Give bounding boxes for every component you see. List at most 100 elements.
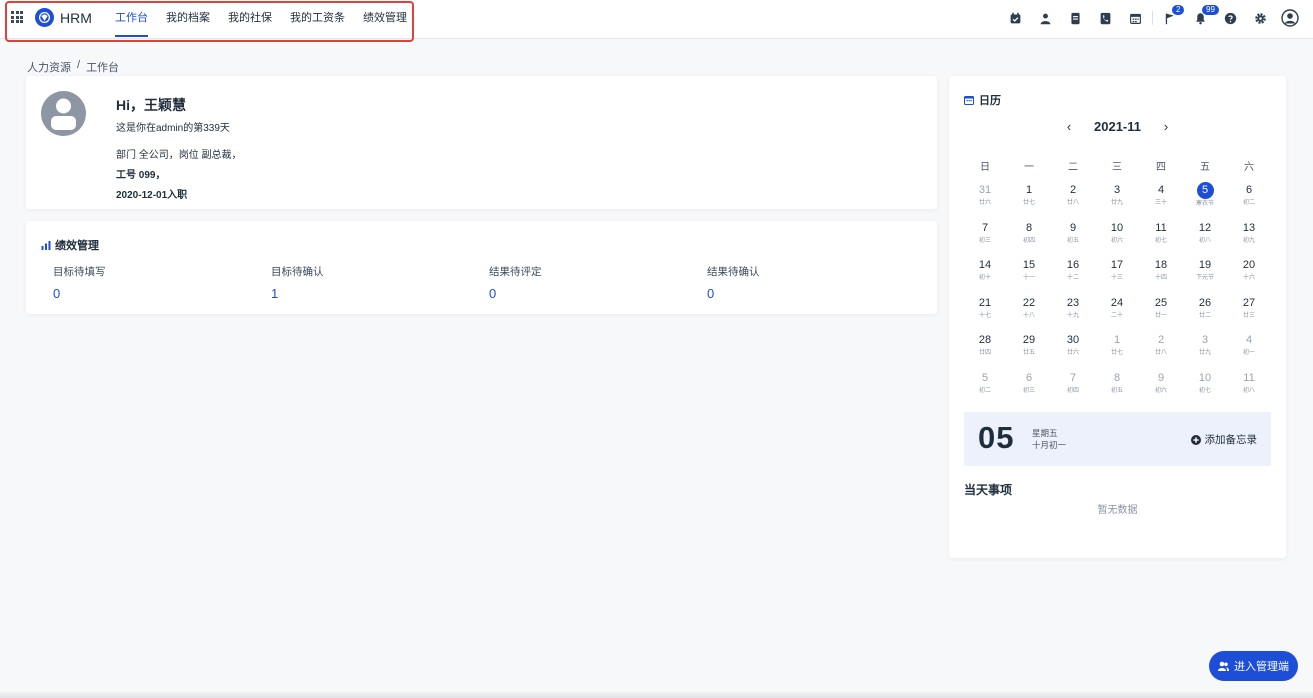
day-number: 28 xyxy=(978,334,992,347)
calendar-check-icon[interactable] xyxy=(1000,7,1030,29)
calendar-day[interactable]: 7 初三 xyxy=(963,218,1007,256)
day-number: 24 xyxy=(1110,296,1124,309)
calendar-day[interactable]: 28 廿四 xyxy=(963,330,1007,368)
breadcrumb-root[interactable]: 人力资源 xyxy=(27,59,71,75)
calendar-day[interactable]: 31 廿六 xyxy=(963,180,1007,218)
events-title: 当天事项 xyxy=(964,483,1013,497)
calendar-day[interactable]: 24 二十 xyxy=(1095,293,1139,331)
stat-value[interactable]: 0 xyxy=(53,286,271,301)
stat-label: 结果待确认 xyxy=(707,266,760,278)
users-icon xyxy=(1218,661,1229,671)
calendar-day[interactable]: 11 初八 xyxy=(1227,368,1271,406)
calendar-day[interactable]: 11 初七 xyxy=(1139,218,1183,256)
calendar-day[interactable]: 29 廿五 xyxy=(1007,330,1051,368)
day-lunar: 廿一 xyxy=(1154,312,1167,319)
day-lunar: 十三 xyxy=(1110,275,1123,282)
document-icon[interactable] xyxy=(1060,7,1090,29)
next-month-chevron-icon[interactable]: › xyxy=(1159,119,1173,134)
calendar-day[interactable]: 4 三十 xyxy=(1139,180,1183,218)
nav-item-my-payslip[interactable]: 我的工资条 xyxy=(281,0,354,39)
phone-icon[interactable] xyxy=(1090,7,1120,29)
help-icon[interactable] xyxy=(1215,7,1245,29)
calendar-day[interactable]: 3 廿九 xyxy=(1183,330,1227,368)
calendar-day[interactable]: 2 廿八 xyxy=(1051,180,1095,218)
calendar-small-icon xyxy=(964,96,974,105)
calendar-day[interactable]: 8 初四 xyxy=(1007,218,1051,256)
breadcrumb: 人力资源 / 工作台 xyxy=(27,59,119,75)
calendar-day[interactable]: 20 十六 xyxy=(1227,255,1271,293)
no-data-text: 暂无数据 xyxy=(1097,505,1138,516)
day-number: 21 xyxy=(978,296,992,309)
day-lunar: 廿五 xyxy=(1022,350,1035,357)
day-lunar: 十八 xyxy=(1022,312,1035,319)
enter-admin-button[interactable]: 进入管理端 xyxy=(1209,651,1298,681)
flag-icon[interactable]: 2 xyxy=(1155,4,1186,29)
nav-item-workbench[interactable]: 工作台 xyxy=(106,0,157,39)
stat-value[interactable]: 0 xyxy=(489,286,707,301)
bell-icon[interactable]: 99 xyxy=(1185,4,1220,29)
app-grid-icon[interactable] xyxy=(11,11,23,23)
calendar-day[interactable]: 7 初四 xyxy=(1051,368,1095,406)
calendar-day[interactable]: 9 初五 xyxy=(1051,218,1095,256)
calendar-day[interactable]: 22 十八 xyxy=(1007,293,1051,331)
add-memo-button[interactable]: 添加备忘录 xyxy=(1190,432,1258,447)
calendar-day[interactable]: 13 初九 xyxy=(1227,218,1271,256)
calendar-day[interactable]: 18 十四 xyxy=(1139,255,1183,293)
day-number: 6 xyxy=(1245,184,1253,196)
calendar-day[interactable]: 21 十七 xyxy=(963,293,1007,331)
calendar-day[interactable]: 2 廿八 xyxy=(1139,330,1183,368)
calendar-day[interactable]: 16 十二 xyxy=(1051,255,1095,293)
calendar-icon[interactable] xyxy=(1120,7,1150,29)
calendar-day[interactable]: 26 廿二 xyxy=(1183,293,1227,331)
stat-result-to-confirm[interactable]: 结果待确认 0 xyxy=(707,264,925,301)
calendar-day[interactable]: 6 初二 xyxy=(1227,180,1271,218)
calendar-day[interactable]: 27 廿三 xyxy=(1227,293,1271,331)
calendar-day[interactable]: 8 初五 xyxy=(1095,368,1139,406)
day-number: 7 xyxy=(1069,371,1077,384)
calendar-day[interactable]: 19 下元节 xyxy=(1183,255,1227,293)
stat-result-to-evaluate[interactable]: 结果待评定 0 xyxy=(489,264,707,301)
day-lunar: 廿二 xyxy=(1198,312,1211,319)
calendar-day[interactable]: 25 廿一 xyxy=(1139,293,1183,331)
gear-icon[interactable] xyxy=(1245,7,1275,29)
add-memo-label: 添加备忘录 xyxy=(1204,434,1258,446)
day-number: 17 xyxy=(1110,259,1124,272)
calendar-day[interactable]: 10 初七 xyxy=(1183,368,1227,406)
nav-item-performance[interactable]: 绩效管理 xyxy=(354,0,416,39)
calendar-day[interactable]: 15 十一 xyxy=(1007,255,1051,293)
day-number: 4 xyxy=(1245,334,1253,347)
calendar-weekdays: 日一二三四五六 xyxy=(963,158,1271,173)
employee-info: 部门 全公司，岗位 副总裁， 工号 099， 2020-12-01入职 xyxy=(116,146,242,206)
day-number: 31 xyxy=(978,184,992,196)
day-number: 29 xyxy=(1022,334,1036,347)
nav-item-my-profile[interactable]: 我的档案 xyxy=(157,0,219,39)
calendar-day[interactable]: 4 初一 xyxy=(1227,330,1271,368)
stat-label: 结果待评定 xyxy=(489,266,542,278)
bottom-scroll-shadow xyxy=(0,692,1313,698)
stat-target-to-fill[interactable]: 目标待填写 0 xyxy=(53,264,271,301)
calendar-day[interactable]: 9 初六 xyxy=(1139,368,1183,406)
calendar-day[interactable]: 17 十三 xyxy=(1095,255,1139,293)
calendar-day[interactable]: 14 初十 xyxy=(963,255,1007,293)
user-avatar-icon[interactable] xyxy=(1275,7,1305,29)
calendar-day[interactable]: 3 廿九 xyxy=(1095,180,1139,218)
day-lunar: 初九 xyxy=(1242,237,1255,244)
day-lunar: 十七 xyxy=(978,312,991,319)
calendar-day[interactable]: 12 初八 xyxy=(1183,218,1227,256)
calendar-day[interactable]: 23 十九 xyxy=(1051,293,1095,331)
calendar-day[interactable]: 1 廿七 xyxy=(1007,180,1051,218)
stat-value[interactable]: 1 xyxy=(271,286,489,301)
calendar-day-today[interactable]: 5 寒衣节 xyxy=(1183,180,1227,218)
calendar-day[interactable]: 10 初六 xyxy=(1095,218,1139,256)
stat-value[interactable]: 0 xyxy=(707,286,925,301)
nav-item-my-social-security[interactable]: 我的社保 xyxy=(219,0,281,39)
prev-month-chevron-icon[interactable]: ‹ xyxy=(1062,119,1076,134)
calendar-day[interactable]: 30 廿六 xyxy=(1051,330,1095,368)
calendar-day[interactable]: 1 廿七 xyxy=(1095,330,1139,368)
day-number: 22 xyxy=(1022,296,1036,309)
calendar-day[interactable]: 5 初二 xyxy=(963,368,1007,406)
stat-target-to-confirm[interactable]: 目标待确认 1 xyxy=(271,264,489,301)
day-number: 19 xyxy=(1198,259,1212,272)
user-icon[interactable] xyxy=(1030,7,1060,29)
calendar-day[interactable]: 6 初三 xyxy=(1007,368,1051,406)
